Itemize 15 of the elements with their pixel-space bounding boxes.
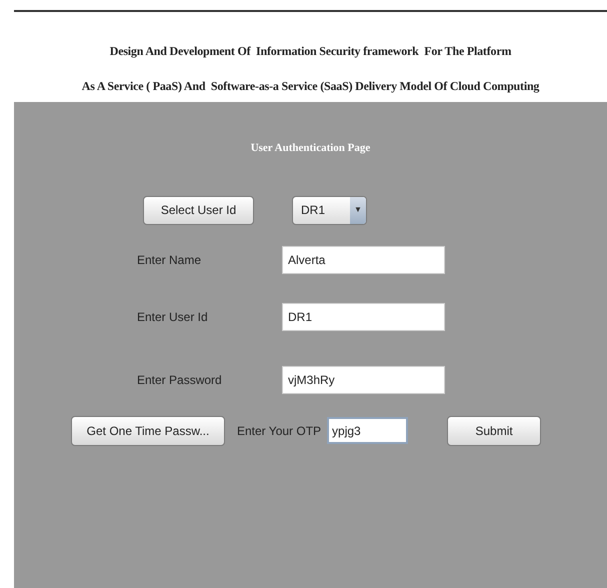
submit-button[interactable]: Submit (447, 416, 542, 446)
get-otp-button[interactable]: Get One Time Passw... (71, 416, 225, 446)
field-label: Enter Name (137, 252, 202, 268)
field-label: Enter Password (137, 372, 223, 388)
field-label: Enter User Id (137, 308, 209, 326)
input-field[interactable]: vjM3hRy (282, 366, 445, 394)
select-user-id-button[interactable]: Select User Id (143, 196, 254, 224)
header-title: As A Service ( PaaS) And Software-as-a Service (SaaS) Delivery Model Of Cloud Computing (82, 78, 540, 95)
input-field[interactable]: DR1 (282, 302, 445, 330)
otp-field[interactable]: ypjg3 (327, 417, 408, 444)
otp-label: Enter Your OTP (237, 422, 322, 440)
input-field[interactable]: Alverta (282, 246, 445, 274)
header-title: Design And Development Of Information Security framework For The Platform (110, 43, 512, 60)
page-title: User Authentication Page (250, 141, 370, 156)
user-id-dropdown[interactable]: DR1 ▼ (292, 196, 367, 224)
